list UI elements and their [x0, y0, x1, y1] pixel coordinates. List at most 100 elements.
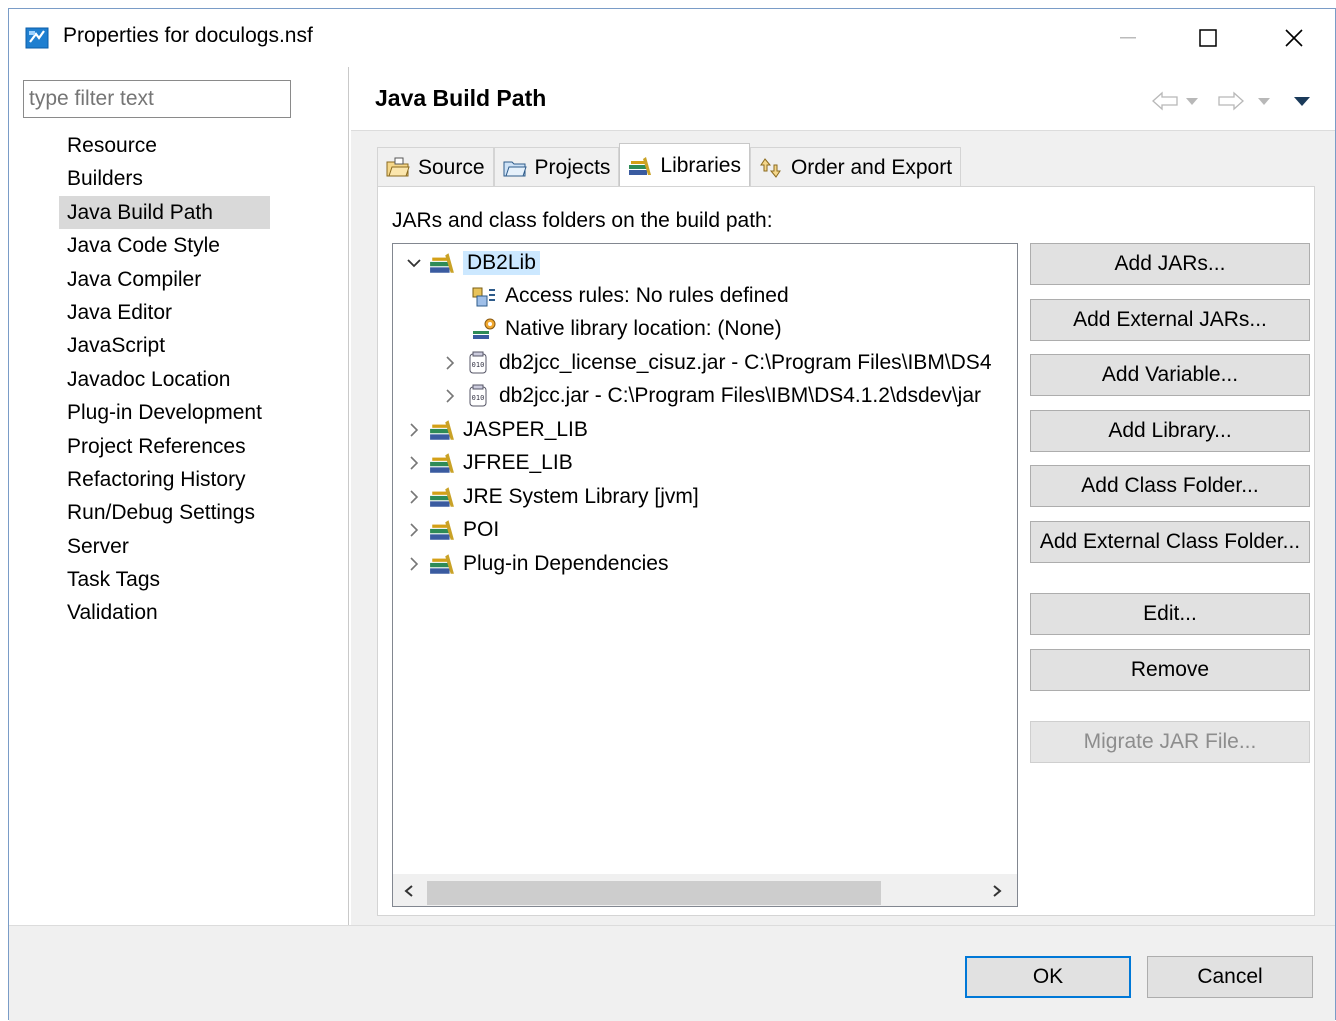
nav-item-java-build-path[interactable]: Java Build Path	[59, 195, 270, 230]
back-arrow-icon	[1152, 91, 1178, 111]
library-icon	[429, 451, 455, 475]
order-export-icon	[759, 157, 783, 179]
add-class-folder-button[interactable]: Add Class Folder...	[1030, 465, 1310, 507]
maximize-icon	[1199, 29, 1217, 47]
tree-row-db2lib[interactable]: DB2Lib	[393, 246, 1017, 279]
nav-item-validation[interactable]: Validation	[59, 596, 270, 629]
nav-item-project-references[interactable]: Project References	[59, 430, 270, 463]
app-icon	[25, 27, 49, 49]
add-external-class-folder-button[interactable]: Add External Class Folder...	[1030, 521, 1310, 563]
forward-menu-button[interactable]	[1257, 89, 1271, 113]
property-nav-panel: Resource Builders Java Build Path Java C…	[9, 67, 349, 925]
tab-projects-label: Projects	[534, 155, 611, 179]
add-external-jars-button[interactable]: Add External JARs...	[1030, 299, 1310, 341]
dialog-button-bar: OK Cancel	[9, 925, 1335, 1021]
tab-order-and-export-label: Order and Export	[790, 155, 953, 179]
tree-row-jasper-lib[interactable]: JASPER_LIB	[393, 413, 1017, 446]
nav-item-javascript[interactable]: JavaScript	[59, 329, 270, 362]
window-title: Properties for doculogs.nsf	[63, 24, 313, 47]
add-library-button[interactable]: Add Library...	[1030, 410, 1310, 452]
remove-button[interactable]: Remove	[1030, 649, 1310, 691]
nav-item-javadoc-location[interactable]: Javadoc Location	[59, 363, 270, 396]
svg-text:010: 010	[472, 394, 485, 402]
tree-row-jre-system-library[interactable]: JRE System Library [jvm]	[393, 480, 1017, 513]
build-path-label: JARs and class folders on the build path…	[392, 209, 773, 232]
library-tree[interactable]: DB2Lib Access rules: No rules defined Na…	[392, 243, 1018, 907]
tab-order-and-export[interactable]: Order and Export	[749, 147, 962, 187]
chevron-right-icon[interactable]	[405, 521, 423, 539]
tree-row-access-rules[interactable]: Access rules: No rules defined	[393, 279, 1017, 312]
nav-item-plugin-development[interactable]: Plug-in Development	[59, 396, 270, 429]
tree-label: db2jcc.jar - C:\Program Files\IBM\DS4.1.…	[499, 383, 981, 407]
add-jars-button[interactable]: Add JARs...	[1030, 243, 1310, 285]
tab-projects[interactable]: Projects	[493, 147, 620, 187]
title-bar: Properties for doculogs.nsf	[9, 9, 1335, 67]
chevron-down-icon	[1258, 98, 1270, 105]
view-menu-icon	[1294, 97, 1310, 106]
close-icon	[1285, 29, 1303, 47]
close-button[interactable]	[1251, 9, 1336, 67]
nav-item-builders[interactable]: Builders	[59, 162, 270, 195]
chevron-right-icon[interactable]	[441, 387, 459, 405]
tree-row-jar-license[interactable]: 010 db2jcc_license_cisuz.jar - C:\Progra…	[393, 346, 1017, 379]
chevron-down-icon	[1186, 98, 1198, 105]
minimize-button[interactable]	[1085, 9, 1171, 67]
scrollbar-thumb[interactable]	[427, 881, 881, 905]
scroll-left-icon[interactable]	[399, 881, 419, 901]
nav-item-server[interactable]: Server	[59, 530, 270, 563]
chevron-right-icon[interactable]	[405, 421, 423, 439]
tree-label: Access rules: No rules defined	[505, 283, 789, 307]
chevron-right-icon[interactable]	[405, 555, 423, 573]
tree-row-native-location[interactable]: Native library location: (None)	[393, 312, 1017, 345]
tree-label: POI	[463, 517, 500, 541]
chevron-right-icon[interactable]	[441, 354, 459, 372]
edit-button[interactable]: Edit...	[1030, 593, 1310, 635]
tab-libraries[interactable]: Libraries	[619, 143, 750, 187]
ok-button[interactable]: OK	[965, 956, 1131, 998]
maximize-button[interactable]	[1165, 9, 1251, 67]
tree-row-jar-db2jcc[interactable]: 010 db2jcc.jar - C:\Program Files\IBM\DS…	[393, 379, 1017, 412]
tree-row-poi[interactable]: POI	[393, 513, 1017, 546]
forward-arrow-icon	[1218, 91, 1244, 111]
nav-item-run-debug-settings[interactable]: Run/Debug Settings	[59, 496, 270, 529]
tree-label: JFREE_LIB	[463, 450, 573, 474]
properties-dialog: Properties for doculogs.nsf Resource Bui…	[8, 8, 1336, 1021]
tree-label: Plug-in Dependencies	[463, 551, 669, 575]
libraries-tab-panel: JARs and class folders on the build path…	[377, 186, 1315, 916]
tab-libraries-label: Libraries	[660, 153, 741, 177]
chevron-right-icon[interactable]	[405, 454, 423, 472]
library-icon	[429, 552, 455, 576]
page-title: Java Build Path	[375, 85, 547, 111]
native-library-icon	[471, 317, 497, 341]
view-menu-button[interactable]	[1293, 89, 1311, 113]
property-page-panel: Java Build Path Source Projects Librarie…	[351, 67, 1335, 925]
back-menu-button[interactable]	[1185, 89, 1199, 113]
minimize-icon	[1120, 37, 1136, 39]
nav-item-task-tags[interactable]: Task Tags	[59, 563, 270, 596]
library-icon	[429, 518, 455, 542]
tree-label: JRE System Library [jvm]	[463, 484, 699, 508]
cancel-button[interactable]: Cancel	[1147, 956, 1313, 998]
tree-label: Native library location: (None)	[505, 316, 782, 340]
migrate-jar-button[interactable]: Migrate JAR File...	[1030, 721, 1310, 763]
add-variable-button[interactable]: Add Variable...	[1030, 354, 1310, 396]
nav-item-java-editor[interactable]: Java Editor	[59, 296, 270, 329]
tree-row-plugin-dependencies[interactable]: Plug-in Dependencies	[393, 547, 1017, 580]
nav-item-java-compiler[interactable]: Java Compiler	[59, 263, 270, 296]
back-button[interactable]	[1151, 89, 1179, 113]
nav-item-refactoring-history[interactable]: Refactoring History	[59, 463, 270, 496]
chevron-down-icon[interactable]	[405, 254, 423, 272]
library-icon	[628, 155, 652, 177]
tab-source[interactable]: Source	[377, 147, 494, 187]
nav-item-java-code-style[interactable]: Java Code Style	[59, 229, 270, 262]
library-icon	[429, 251, 455, 275]
filter-input[interactable]	[23, 80, 291, 118]
horizontal-scrollbar[interactable]	[393, 874, 1017, 906]
scroll-right-icon[interactable]	[987, 881, 1007, 901]
property-page-list: Resource Builders Java Build Path Java C…	[59, 129, 270, 630]
tree-label: DB2Lib	[463, 250, 540, 275]
forward-button[interactable]	[1217, 89, 1245, 113]
chevron-right-icon[interactable]	[405, 488, 423, 506]
tree-row-jfree-lib[interactable]: JFREE_LIB	[393, 446, 1017, 479]
nav-item-resource[interactable]: Resource	[59, 129, 270, 162]
